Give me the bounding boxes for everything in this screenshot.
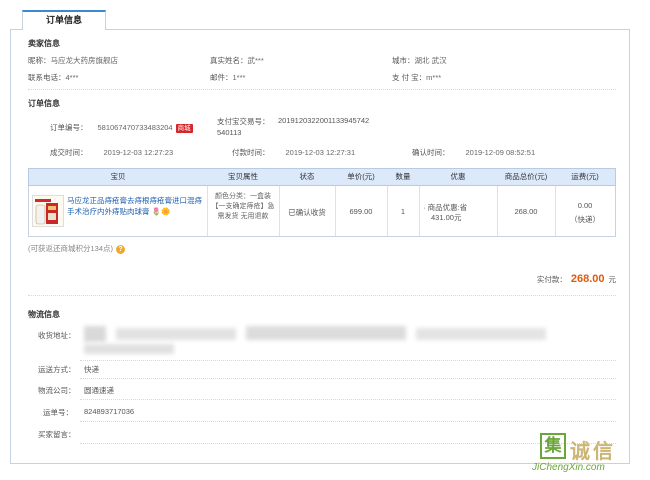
- address-blur-segment: [246, 326, 406, 340]
- shipping-fee: 0.00: [577, 201, 593, 210]
- created-time: 2019-12-03 12:27:23: [103, 148, 174, 157]
- col-item: 宝贝: [110, 172, 126, 181]
- order-section-title: 订单信息: [28, 99, 60, 108]
- ship-method: 快递: [84, 365, 99, 374]
- watermark-logo: 集 诚信 JiChengXin.com: [532, 433, 650, 480]
- watermark-url: JiChengXin.com: [532, 462, 605, 473]
- divider: [80, 360, 616, 361]
- confirm-time-label: 确认时间：: [412, 148, 450, 157]
- seller-alipay-label: 支 付 宝：: [392, 73, 427, 82]
- seller-section-title: 卖家信息: [28, 39, 60, 48]
- quantity: 1: [400, 207, 406, 216]
- product-title-link[interactable]: 马应龙正品痔疮膏去痔根痔疮膏进口混痔手术治疗内外痔贴肉球膏 🌷🌼: [67, 195, 207, 217]
- divider: [419, 186, 420, 236]
- logistics-section-title: 物流信息: [28, 310, 60, 319]
- created-time-row: 成交时间： 2019-12-03 12:27:23: [50, 147, 173, 158]
- address-blur-segment: [116, 328, 236, 340]
- seller-realname: 武***: [247, 56, 264, 65]
- ship-method-label: 运送方式：: [38, 365, 76, 374]
- divider: [555, 186, 556, 236]
- items-table-header: 宝贝 宝贝属性 状态 单价(元) 数量 优惠 商品总价(元) 运费(元): [28, 168, 616, 186]
- divider: [80, 421, 616, 422]
- order-status: 已确认收货: [288, 208, 326, 217]
- paid-time-label: 付款时间：: [232, 148, 270, 157]
- table-row: 马应龙正品痔疮膏去痔根痔疮膏进口混痔手术治疗内外痔贴肉球膏 🌷🌼 颜色分类：一盒…: [28, 186, 616, 237]
- seller-nickname: 马应龙大药房旗舰店: [50, 56, 119, 65]
- seller-realname-label: 真实姓名：: [210, 56, 248, 65]
- divider: [28, 295, 616, 296]
- seller-email-row: 邮件：1***: [210, 72, 245, 83]
- divider: [80, 399, 616, 400]
- col-total: 商品总价(元): [504, 172, 548, 181]
- order-number-label: 订单编号：: [50, 123, 88, 132]
- unit-price: 699.00: [349, 207, 373, 216]
- shipping-method: （快递）: [570, 215, 600, 224]
- seller-nickname-label: 昵称：: [28, 56, 51, 65]
- actual-payment-label: 实付款：: [536, 275, 567, 284]
- product-thumbnail[interactable]: [32, 195, 64, 227]
- actual-payment: 实付款： 268.00 元: [537, 273, 616, 285]
- col-shipping: 运费(元): [571, 172, 599, 181]
- col-attributes: 宝贝属性: [228, 172, 258, 181]
- confirm-time: 2019-12-09 08:52:51: [465, 148, 536, 157]
- divider: [28, 89, 616, 90]
- service-icon: 🌼: [160, 207, 171, 216]
- seller-nickname-row: 昵称：马应龙大药房旗舰店: [28, 55, 118, 66]
- credit-note-text: (可获返还商城积分134点): [28, 244, 114, 253]
- actual-payment-unit: 元: [608, 275, 617, 284]
- created-time-label: 成交时间：: [50, 148, 88, 157]
- address-blur-segment: [416, 328, 546, 340]
- seller-city-label: 城市：: [392, 56, 415, 65]
- tmall-badge: 商城: [175, 123, 193, 133]
- col-discount: 优惠: [450, 172, 466, 181]
- product-title[interactable]: 马应龙正品痔疮膏去痔根痔疮膏进口混痔手术治疗内外痔贴肉球膏: [67, 196, 202, 216]
- address-blur-segment: [84, 326, 106, 342]
- seller-phone-row: 联系电话：4***: [28, 72, 78, 83]
- buyer-message-label: 买家留言：: [38, 430, 76, 439]
- watermark-mark: 集: [540, 433, 566, 459]
- tab-order-info[interactable]: 订单信息: [22, 10, 106, 30]
- credit-note: (可获返还商城积分134点)?: [28, 243, 126, 254]
- paid-time-row: 付款时间： 2019-12-03 12:27:31: [232, 147, 355, 158]
- confirm-time-row: 确认时间： 2019-12-09 08:52:51: [412, 147, 535, 158]
- divider: [207, 186, 208, 236]
- seller-city: 湖北 武汉: [414, 56, 447, 65]
- seller-realname-row: 真实姓名：武***: [210, 55, 264, 66]
- service-icon: 🌷: [151, 207, 161, 216]
- col-unit-price: 单价(元): [347, 172, 375, 181]
- order-number-row: 订单编号： 581067470733483204 商城: [50, 122, 193, 133]
- order-number: 581067470733483204: [97, 123, 173, 132]
- seller-alipay: m***: [426, 73, 442, 82]
- seller-alipay-row: 支 付 宝：m***: [392, 72, 441, 83]
- item-total: 268.00: [514, 207, 538, 216]
- product-attributes: 颜色分类：一盒装【一支确定痔疮】急需发货 无用退款: [211, 193, 275, 220]
- tracking-number: 824893717036: [84, 407, 135, 416]
- alipay-trade-number-line1: 201912032200113394574​2: [278, 116, 370, 125]
- tracking-label: 运单号：: [43, 408, 73, 417]
- seller-email: 1***: [232, 73, 246, 82]
- seller-email-label: 邮件：: [210, 73, 233, 82]
- courier-name: 圆通速递: [84, 386, 114, 395]
- alipay-trade-number-line2: 540113: [217, 128, 242, 137]
- seller-city-row: 城市：湖北 武汉: [392, 55, 447, 66]
- paid-time: 2019-12-03 12:27:31: [285, 148, 356, 157]
- col-status: 状态: [299, 172, 315, 181]
- discount-line-2: 431.00元: [431, 213, 462, 222]
- watermark-brand: 诚信: [570, 441, 616, 463]
- col-quantity: 数量: [395, 172, 411, 181]
- seller-phone-label: 联系电话：: [28, 73, 66, 82]
- actual-payment-amount: 268.00: [570, 273, 605, 285]
- address-label: 收货地址：: [38, 331, 76, 340]
- divider: [80, 378, 616, 379]
- address-blur-segment: [84, 344, 174, 354]
- courier-label: 物流公司：: [38, 386, 76, 395]
- help-icon[interactable]: ?: [116, 244, 126, 254]
- seller-phone: 4***: [65, 73, 79, 82]
- alipay-trade-label: 支付宝交易号：: [217, 117, 270, 126]
